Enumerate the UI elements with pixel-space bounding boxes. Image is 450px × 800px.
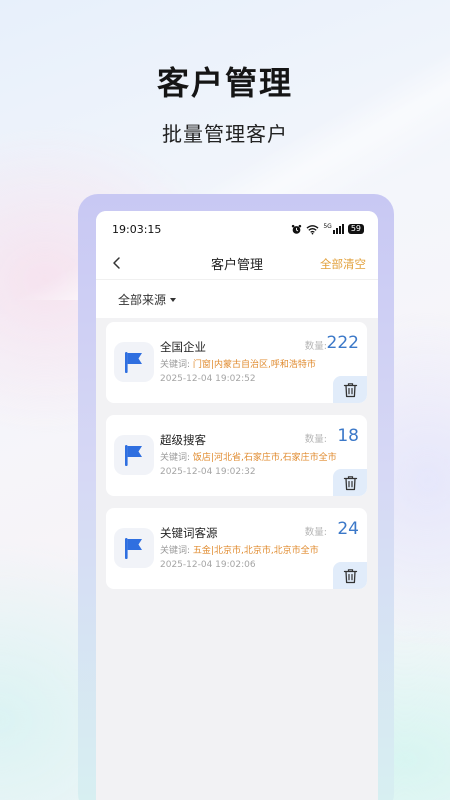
signal-icon: 5G (323, 223, 344, 234)
keyword-label: 关键词: (160, 453, 191, 463)
hero-title: 客户管理 (156, 64, 293, 102)
card-count: 24 (337, 519, 359, 539)
delete-button[interactable] (333, 562, 367, 589)
card-keywords: 关键词: 饭店|河北省,石家庄市,石家庄市全市 (160, 450, 337, 463)
keyword-label: 关键词: (160, 360, 191, 370)
keyword-label: 关键词: (160, 546, 191, 556)
flag-icon (125, 538, 142, 559)
delete-button[interactable] (333, 469, 367, 496)
card-keywords: 关键词: 门窗|内蒙古自治区,呼和浩特市 (160, 357, 316, 370)
trash-icon (343, 568, 357, 583)
source-filter-dropdown[interactable]: 全部来源 (118, 291, 177, 308)
back-chevron-icon[interactable] (108, 254, 126, 272)
wifi-icon (306, 224, 319, 235)
card-count: 18 (337, 426, 359, 446)
card-icon-container (114, 342, 154, 382)
card-count: 222 (326, 333, 359, 353)
flag-icon (125, 352, 142, 373)
count-label: 数量: (304, 527, 327, 538)
customer-source-card[interactable]: 关键词客源 关键词: 五金|北京市,北京市,北京市全市 2025-12-04 1… (106, 508, 367, 589)
status-time: 19:03:15 (112, 222, 162, 236)
card-icon-container (114, 528, 154, 568)
trash-icon (343, 475, 357, 490)
card-name: 关键词客源 (160, 526, 218, 540)
navbar: 客户管理 全部清空 (96, 248, 378, 278)
keyword-value: 五金|北京市,北京市,北京市全市 (192, 546, 319, 556)
hero-subtitle: 批量管理客户 (162, 122, 288, 146)
signal-label: 5G (323, 223, 332, 230)
customer-source-card[interactable]: 超级搜客 关键词: 饭店|河北省,石家庄市,石家庄市全市 2025-12-04 … (106, 415, 367, 496)
caret-down-icon (170, 297, 177, 302)
card-keywords: 关键词: 五金|北京市,北京市,北京市全市 (160, 543, 319, 556)
card-timestamp: 2025-12-04 19:02:06 (160, 560, 256, 570)
card-name: 全国企业 (160, 340, 206, 354)
card-icon-container (114, 435, 154, 475)
battery-icon: 59 (347, 224, 364, 234)
customer-source-card[interactable]: 全国企业 关键词: 门窗|内蒙古自治区,呼和浩特市 2025-12-04 19:… (106, 322, 367, 403)
page-title: 客户管理 (210, 257, 263, 273)
keyword-value: 门窗|内蒙古自治区,呼和浩特市 (192, 360, 316, 370)
status-icons: 5G 59 (291, 224, 364, 235)
screen-header-area: 19:03:15 5G 59 客户管理 全部清空 全部来源 (96, 211, 378, 318)
count-label: 数量: (304, 341, 327, 352)
count-label: 数量: (304, 434, 327, 445)
delete-button[interactable] (333, 376, 367, 403)
source-filter-label: 全部来源 (118, 293, 167, 307)
keyword-value: 饭店|河北省,石家庄市,石家庄市全市 (192, 453, 337, 463)
card-timestamp: 2025-12-04 19:02:32 (160, 467, 256, 477)
phone-screen: 19:03:15 5G 59 客户管理 全部清空 全部来源 全国企业 关键词: … (96, 211, 378, 800)
divider (96, 279, 378, 280)
clear-all-button[interactable]: 全部清空 (320, 256, 366, 272)
alarm-icon (292, 224, 302, 234)
trash-icon (343, 382, 357, 397)
flag-icon (125, 445, 142, 466)
status-bar: 19:03:15 5G 59 (112, 221, 364, 237)
card-name: 超级搜客 (160, 433, 206, 447)
card-timestamp: 2025-12-04 19:02:52 (160, 374, 256, 384)
